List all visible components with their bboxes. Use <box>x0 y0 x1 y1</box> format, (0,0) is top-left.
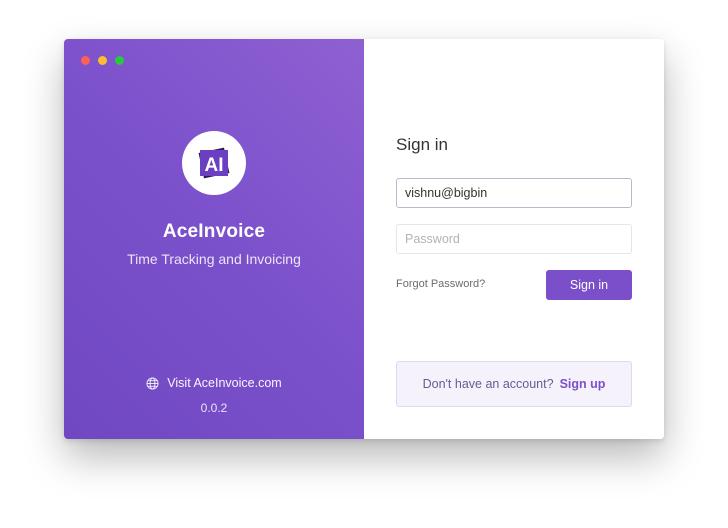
logo-text: AI <box>205 155 224 176</box>
visit-website-label: Visit AceInvoice.com <box>167 376 282 390</box>
app-version: 0.0.2 <box>200 401 228 415</box>
signin-button[interactable]: Sign in <box>546 270 632 300</box>
brand-panel: AI AceInvoice Time Tracking and Invoicin… <box>64 39 364 439</box>
app-window: AI AceInvoice Time Tracking and Invoicin… <box>64 39 664 439</box>
close-button[interactable] <box>81 56 90 65</box>
signin-panel: Sign in Forgot Password? Sign in Don't h… <box>364 39 664 439</box>
globe-icon <box>146 376 159 390</box>
signup-prompt: Don't have an account? <box>422 377 554 391</box>
window-controls <box>81 56 124 65</box>
app-logo-icon: AI <box>198 147 230 179</box>
email-input[interactable] <box>396 178 632 208</box>
visit-website-link[interactable]: Visit AceInvoice.com <box>64 376 364 390</box>
zoom-button[interactable] <box>115 56 124 65</box>
app-name: AceInvoice <box>162 221 266 242</box>
forgot-password-link[interactable]: Forgot Password? <box>396 278 485 290</box>
signup-link[interactable]: Sign up <box>560 377 606 391</box>
minimize-button[interactable] <box>98 56 107 65</box>
signup-box: Don't have an account? Sign up <box>396 361 632 407</box>
signin-title: Sign in <box>396 135 448 154</box>
password-input[interactable] <box>396 224 632 254</box>
app-tagline: Time Tracking and Invoicing <box>127 251 301 267</box>
app-logo: AI <box>182 131 246 195</box>
